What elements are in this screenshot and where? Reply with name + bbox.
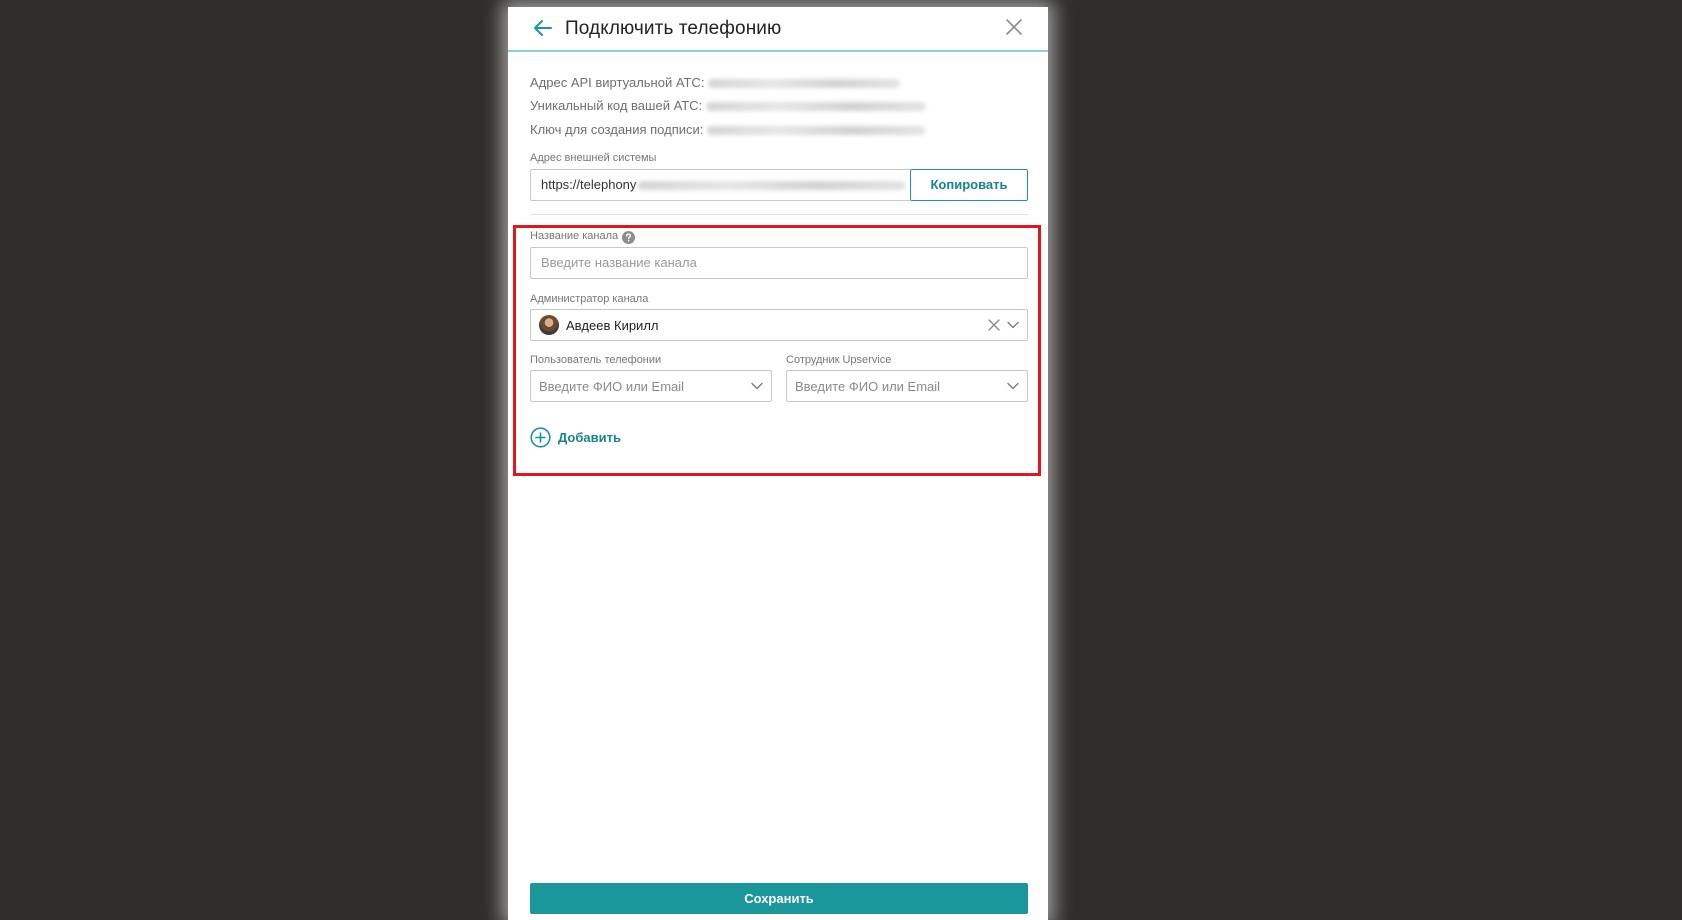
unique-code-label: Уникальный код вашей АТС: xyxy=(530,98,703,113)
channel-admin-value: Авдеев Кирилл xyxy=(566,318,659,333)
channel-name-label: Название канала xyxy=(530,230,619,242)
channel-admin-select[interactable]: Авдеев Кирилл xyxy=(530,309,1028,341)
chevron-down-icon[interactable] xyxy=(1006,379,1020,393)
telephony-user-select[interactable]: Введите ФИО или Email xyxy=(530,370,772,402)
clear-icon[interactable] xyxy=(988,319,1000,331)
telephony-user-placeholder: Введите ФИО или Email xyxy=(539,379,685,394)
dialog-title: Подключить телефонию xyxy=(565,18,782,39)
copy-button[interactable]: Копировать xyxy=(910,169,1028,201)
plus-circle-icon xyxy=(530,427,551,448)
chevron-down-icon[interactable] xyxy=(750,379,764,393)
api-address-redacted xyxy=(708,79,901,89)
employee-placeholder: Введите ФИО или Email xyxy=(795,379,941,394)
telephony-user-label: Пользователь телефонии xyxy=(530,354,662,366)
signature-key-redacted xyxy=(707,126,926,136)
section-divider xyxy=(530,214,1028,215)
channel-name-placeholder: Введите название канала xyxy=(541,255,697,270)
employee-select[interactable]: Введите ФИО или Email xyxy=(786,370,1028,402)
save-button[interactable]: Сохранить xyxy=(530,883,1028,914)
employee-label: Сотрудник Upservice xyxy=(786,354,892,366)
back-button[interactable] xyxy=(532,17,554,39)
unique-code-redacted xyxy=(706,102,927,112)
connect-telephony-dialog: Подключить телефонию Адрес API виртуальн… xyxy=(508,7,1048,920)
signature-key-row: Ключ для создания подписи: xyxy=(530,122,926,137)
arrow-left-icon xyxy=(534,20,552,36)
dialog-header: Подключить телефонию xyxy=(508,7,1048,52)
chevron-down-icon[interactable] xyxy=(1006,318,1020,332)
api-address-row: Адрес API виртуальной АТС: xyxy=(530,75,901,90)
external-system-url-redacted xyxy=(638,181,907,191)
external-system-label: Адрес внешней системы xyxy=(530,152,657,164)
channel-admin-label: Администратор канала xyxy=(530,293,649,305)
close-button[interactable] xyxy=(1003,16,1025,38)
add-label: Добавить xyxy=(558,430,621,445)
external-system-url-field[interactable]: https://telephony xyxy=(530,169,910,201)
signature-key-label: Ключ для создания подписи: xyxy=(530,122,704,137)
api-address-label: Адрес API виртуальной АТС: xyxy=(530,75,705,90)
channel-name-input[interactable]: Введите название канала xyxy=(530,247,1028,279)
help-icon[interactable] xyxy=(622,231,635,244)
close-icon xyxy=(1006,19,1022,35)
avatar xyxy=(539,315,559,335)
unique-code-row: Уникальный код вашей АТС: xyxy=(530,98,927,113)
external-system-url-value: https://telephony xyxy=(541,177,637,192)
